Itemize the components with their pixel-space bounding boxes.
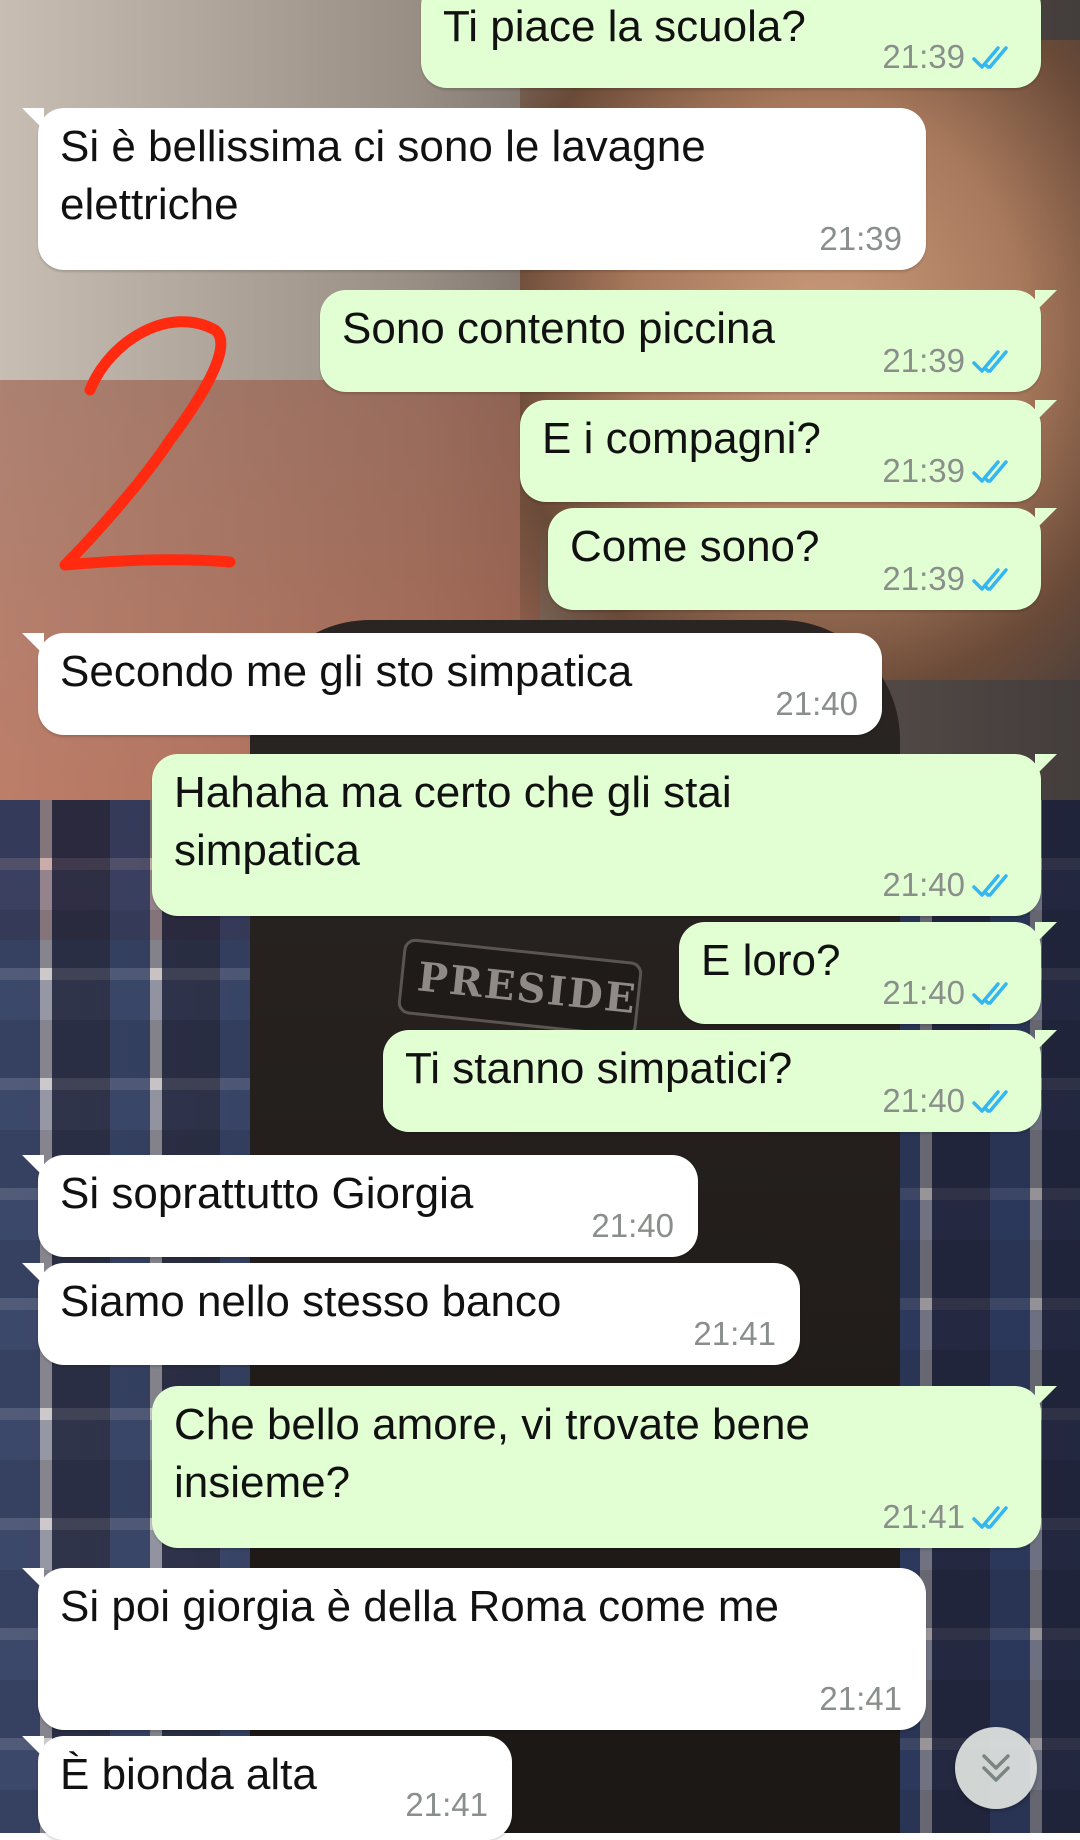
message-time: 21:39: [882, 560, 965, 597]
double-check-icon: [972, 1506, 1008, 1529]
double-check-icon: [972, 1090, 1008, 1113]
outgoing-message[interactable]: Come sono? 21:39: [548, 508, 1057, 610]
incoming-message[interactable]: Si è bellissima ci sono le lavagne elettr…: [22, 108, 926, 270]
message-time: 21:41: [882, 1498, 965, 1535]
outgoing-message[interactable]: Ti stanno simpatici? 21:40: [383, 1030, 1057, 1132]
message-meta: 21:41: [693, 1315, 776, 1353]
double-check-icon: [972, 568, 1008, 591]
message-time: 21:40: [591, 1207, 674, 1244]
message-time: 21:40: [882, 974, 965, 1011]
double-chevron-down-icon: [982, 1754, 1010, 1782]
incoming-message[interactable]: Si soprattutto Giorgia 21:40: [22, 1155, 698, 1257]
incoming-message[interactable]: Siamo nello stesso banco 21:41: [22, 1263, 800, 1365]
message-text: È bionda alta: [60, 1750, 317, 1799]
message-text: Siamo nello stesso banco: [60, 1277, 562, 1326]
message-time: 21:41: [693, 1315, 776, 1352]
message-meta: 21:40: [591, 1207, 674, 1245]
message-time: 21:40: [882, 866, 965, 903]
double-check-icon: [972, 46, 1008, 69]
message-meta: 21:39: [819, 220, 902, 258]
message-text: Ti piace la scuola?: [443, 2, 806, 51]
outgoing-message[interactable]: Hahaha ma certo che gli stai simpatica 21…: [152, 754, 1057, 916]
message-meta: 21:40: [882, 1082, 1017, 1120]
incoming-message[interactable]: È bionda alta 21:41: [22, 1736, 512, 1840]
incoming-message[interactable]: Si poi giorgia è della Roma come me 21:4…: [22, 1568, 926, 1730]
message-time: 21:39: [882, 452, 965, 489]
outgoing-message[interactable]: Che bello amore, vi trovate bene insieme?…: [152, 1386, 1057, 1548]
message-text: Si soprattutto Giorgia: [60, 1169, 474, 1218]
message-time: 21:39: [819, 220, 902, 257]
message-meta: 21:40: [775, 685, 858, 723]
outgoing-message[interactable]: E loro? 21:40: [679, 922, 1057, 1024]
message-meta: 21:40: [882, 974, 1017, 1012]
outgoing-message[interactable]: Ti piace la scuola? 21:39: [421, 0, 1057, 88]
message-text: Che bello amore, vi trovate bene insieme?: [174, 1400, 810, 1507]
message-text: Ti stanno simpatici?: [405, 1044, 793, 1093]
message-text: Si poi giorgia è della Roma come me: [60, 1582, 780, 1631]
message-meta: 21:39: [882, 452, 1017, 490]
double-check-icon: [972, 460, 1008, 483]
double-check-icon: [972, 982, 1008, 1005]
message-time: 21:39: [882, 342, 965, 379]
message-text: Come sono?: [570, 522, 820, 571]
message-text: Secondo me gli sto simpatica: [60, 647, 633, 696]
scroll-to-bottom-button[interactable]: [955, 1727, 1037, 1809]
message-time: 21:40: [882, 1082, 965, 1119]
message-meta: 21:39: [882, 560, 1017, 598]
message-meta: 21:41: [405, 1786, 488, 1824]
message-meta: 21:41: [882, 1498, 1017, 1536]
message-text: E i compagni?: [542, 414, 821, 463]
message-text: Hahaha ma certo che gli stai simpatica: [174, 768, 732, 875]
message-text: E loro?: [701, 936, 841, 985]
message-meta: 21:41: [819, 1680, 902, 1718]
chat-wallpaper: PRESIDE: [0, 0, 1080, 1833]
double-check-icon: [972, 874, 1008, 897]
message-meta: 21:39: [882, 38, 1017, 76]
outgoing-message[interactable]: Sono contento piccina 21:39: [320, 290, 1057, 392]
message-time: 21:39: [882, 38, 965, 75]
incoming-message[interactable]: Secondo me gli sto simpatica 21:40: [22, 633, 882, 735]
message-text: Sono contento piccina: [342, 304, 775, 353]
message-meta: 21:39: [882, 342, 1017, 380]
outgoing-message[interactable]: E i compagni? 21:39: [520, 400, 1057, 502]
message-time: 21:40: [775, 685, 858, 722]
message-text: Si è bellissima ci sono le lavagne elettr…: [60, 122, 706, 229]
message-time: 21:41: [819, 1680, 902, 1717]
message-meta: 21:40: [882, 866, 1017, 904]
message-time: 21:41: [405, 1786, 488, 1823]
double-check-icon: [972, 350, 1008, 373]
handwritten-number-mark: [59, 316, 236, 571]
